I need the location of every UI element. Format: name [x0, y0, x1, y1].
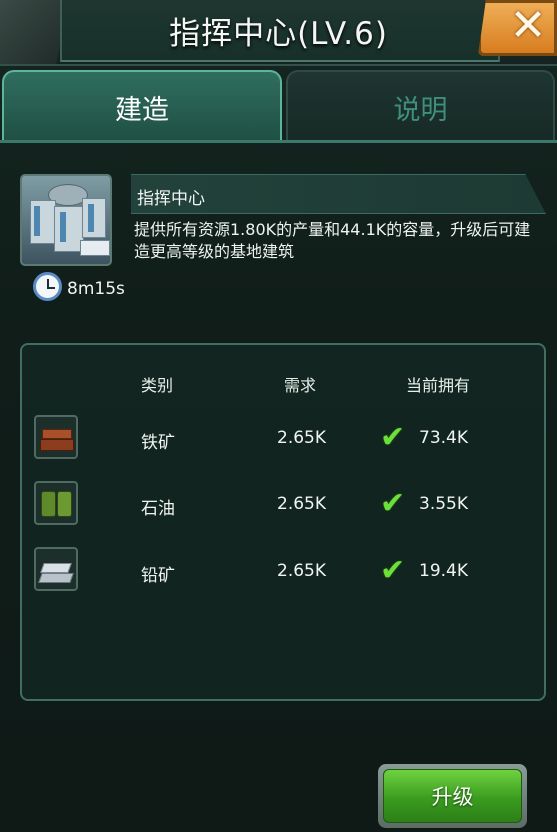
- oil-barrel-left: [41, 491, 56, 517]
- building-upgrade-dialog: 指挥中心(LV.6) ✕ 建造 说明 指挥中心 提供所有资源1.80K的产量和4…: [0, 0, 557, 832]
- building-window: [88, 204, 94, 232]
- header-required: 需求: [284, 376, 317, 395]
- close-x-icon: ✕: [509, 0, 547, 51]
- resource-required: 2.65K: [277, 428, 326, 448]
- resource-owned: 19.4K: [419, 561, 468, 581]
- tab-build-label: 建造: [115, 94, 169, 126]
- dialog-title: 指挥中心(LV.6): [169, 16, 388, 52]
- resource-required: 2.65K: [277, 561, 326, 581]
- tab-info[interactable]: 说明: [286, 70, 555, 142]
- lead-ingot-top: [40, 563, 72, 573]
- close-button[interactable]: ✕: [478, 0, 557, 56]
- checkmark-icon: ✔: [380, 420, 406, 455]
- build-time: 8m15s: [67, 279, 125, 299]
- checkmark-icon: ✔: [380, 553, 406, 588]
- building-tower-right: [82, 198, 106, 238]
- resource-owned: 73.4K: [419, 428, 468, 448]
- iron-bar-bottom: [40, 439, 74, 451]
- resource-name: 铅矿: [141, 566, 175, 586]
- oil-barrel-icon: [34, 481, 78, 525]
- upgrade-button-label: 升级: [431, 785, 474, 809]
- resource-requirements-panel: [20, 343, 546, 701]
- header-owned: 当前拥有: [406, 376, 471, 395]
- command-center-building-icon: [20, 174, 112, 266]
- upgrade-button-face: 升级: [383, 769, 522, 823]
- building-description: 提供所有资源1.80K的产量和44.1K的容量，升级后可建造更高等级的基地建筑: [134, 220, 531, 261]
- resource-name: 石油: [141, 499, 175, 519]
- building-annex: [80, 240, 110, 256]
- iron-ore-icon: [34, 415, 78, 459]
- checkmark-icon: ✔: [380, 486, 406, 521]
- building-window: [60, 212, 66, 242]
- tab-underline: [0, 140, 557, 143]
- iron-bar-top: [42, 429, 72, 439]
- upgrade-button[interactable]: 升级: [378, 764, 527, 828]
- resource-owned: 3.55K: [419, 494, 468, 514]
- building-window: [34, 206, 40, 236]
- resource-required: 2.65K: [277, 494, 326, 514]
- tab-info-label: 说明: [393, 94, 448, 126]
- title-bar: 指挥中心(LV.6): [0, 0, 557, 66]
- resource-name: 铁矿: [141, 433, 175, 453]
- tab-build[interactable]: 建造: [2, 70, 282, 142]
- building-name: 指挥中心: [137, 189, 205, 209]
- header-type: 类别: [141, 376, 174, 395]
- oil-barrel-right: [57, 491, 72, 517]
- lead-ingot-bottom: [38, 573, 74, 583]
- lead-ingot-icon: [34, 547, 78, 591]
- clock-icon: [33, 272, 62, 301]
